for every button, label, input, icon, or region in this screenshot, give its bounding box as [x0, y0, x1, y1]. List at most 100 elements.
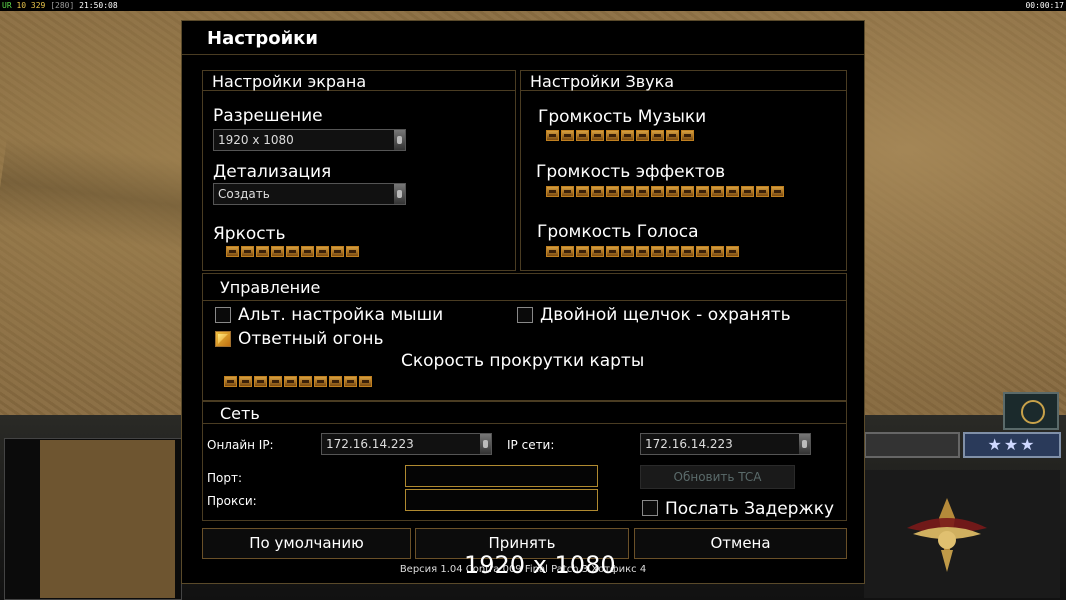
double-click-label: Двойной щелчок - охранять	[540, 305, 791, 325]
slider-segment	[256, 246, 269, 257]
slider-segment	[284, 376, 297, 387]
scroll-handle-icon[interactable]	[799, 434, 810, 454]
slider-segment	[726, 246, 739, 257]
slider-segment	[651, 246, 664, 257]
slider-segment	[726, 186, 739, 197]
effects-volume-slider[interactable]	[546, 186, 784, 197]
alt-mouse-label: Альт. настройка мыши	[238, 305, 444, 325]
slider-segment	[606, 130, 619, 141]
slider-segment	[621, 246, 634, 257]
music-volume-slider[interactable]	[546, 130, 694, 141]
send-delay-label: Послать Задержку	[665, 499, 835, 519]
scroll-handle-icon[interactable]	[394, 184, 405, 204]
slider-segment	[636, 246, 649, 257]
slider-segment	[576, 130, 589, 141]
slider-segment	[241, 246, 254, 257]
scroll-speed-slider[interactable]	[224, 376, 372, 387]
resolution-value: 1920 x 1080	[218, 133, 294, 147]
sound-settings-section: Настройки Звука Громкость Музыки Громкос…	[520, 70, 847, 271]
slider-segment	[576, 186, 589, 197]
music-volume-label: Громкость Музыки	[538, 107, 707, 127]
radar-button[interactable]	[1003, 392, 1059, 430]
slider-segment	[666, 130, 679, 141]
resolution-label: Разрешение	[213, 106, 323, 126]
slider-segment	[561, 246, 574, 257]
online-ip-label: Онлайн IP:	[207, 438, 274, 452]
slider-segment	[316, 246, 329, 257]
faction-emblem-icon	[907, 498, 987, 572]
slider-segment	[696, 186, 709, 197]
slider-segment	[269, 376, 282, 387]
slider-segment	[681, 186, 694, 197]
alt-mouse-checkbox[interactable]	[215, 307, 231, 323]
return-fire-checkbox[interactable]	[215, 331, 231, 347]
slider-segment	[711, 186, 724, 197]
slider-segment	[741, 186, 754, 197]
lan-ip-dropdown[interactable]: 172.16.14.223	[640, 433, 811, 455]
effects-volume-label: Громкость эффектов	[536, 162, 726, 182]
voice-volume-slider[interactable]	[546, 246, 739, 257]
slider-segment	[224, 376, 237, 387]
slider-segment	[651, 186, 664, 197]
default-button[interactable]: По умолчанию	[202, 528, 411, 559]
slider-segment	[271, 246, 284, 257]
hud-timer: 00:00:17	[1025, 1, 1064, 10]
cancel-button[interactable]: Отмена	[634, 528, 847, 559]
scroll-handle-icon[interactable]	[394, 130, 405, 150]
hud-power: [280]	[50, 1, 75, 10]
dialog-title: Настройки	[207, 28, 319, 49]
update-tca-button[interactable]: Обновить TCA	[640, 465, 795, 489]
slider-segment	[359, 376, 372, 387]
slider-segment	[666, 246, 679, 257]
slider-segment	[651, 130, 664, 141]
screen-settings-heading: Настройки экрана	[203, 71, 515, 91]
online-ip-value: 172.16.14.223	[326, 437, 414, 451]
resolution-overlay-text: 1920 x 1080	[464, 551, 616, 579]
proxy-input[interactable]	[405, 489, 598, 511]
send-delay-checkbox[interactable]	[642, 500, 658, 516]
scroll-speed-label: Скорость прокрутки карты	[401, 351, 645, 371]
network-heading: Сеть	[203, 402, 846, 424]
command-tab-button[interactable]	[864, 432, 960, 458]
hud-credits: 10 329	[16, 1, 46, 10]
divider	[182, 54, 864, 55]
slider-segment	[546, 186, 559, 197]
lan-ip-value: 172.16.14.223	[645, 437, 733, 451]
slider-segment	[254, 376, 267, 387]
slider-segment	[681, 130, 694, 141]
settings-dialog: Настройки Настройки экрана Разрешение 19…	[181, 20, 865, 584]
slider-segment	[756, 186, 769, 197]
slider-segment	[546, 130, 559, 141]
scroll-handle-icon[interactable]	[480, 434, 491, 454]
detail-dropdown[interactable]: Создать	[213, 183, 406, 205]
port-label: Порт:	[207, 471, 243, 485]
slider-segment	[576, 246, 589, 257]
proxy-label: Прокси:	[207, 494, 257, 508]
slider-segment	[606, 246, 619, 257]
online-ip-dropdown[interactable]: 172.16.14.223	[321, 433, 492, 455]
controls-heading: Управление	[203, 274, 846, 301]
controls-section: Управление Альт. настройка мыши Двойной …	[202, 273, 847, 401]
slider-segment	[696, 246, 709, 257]
brightness-slider[interactable]	[226, 246, 359, 257]
slider-segment	[301, 246, 314, 257]
slider-segment	[546, 246, 559, 257]
slider-segment	[346, 246, 359, 257]
return-fire-label: Ответный огонь	[238, 329, 384, 349]
network-section: Сеть Онлайн IP: 172.16.14.223 IP сети: 1…	[202, 401, 847, 521]
slider-segment	[606, 186, 619, 197]
minimap-terrain	[40, 440, 175, 598]
resolution-dropdown[interactable]: 1920 x 1080	[213, 129, 406, 151]
slider-segment	[344, 376, 357, 387]
slider-segment	[591, 186, 604, 197]
slider-segment	[621, 186, 634, 197]
slider-segment	[329, 376, 342, 387]
slider-segment	[666, 186, 679, 197]
port-input[interactable]	[405, 465, 598, 487]
double-click-checkbox[interactable]	[517, 307, 533, 323]
slider-segment	[226, 246, 239, 257]
slider-segment	[286, 246, 299, 257]
slider-segment	[636, 130, 649, 141]
slider-segment	[239, 376, 252, 387]
screen-settings-section: Настройки экрана Разрешение 1920 x 1080 …	[202, 70, 516, 271]
